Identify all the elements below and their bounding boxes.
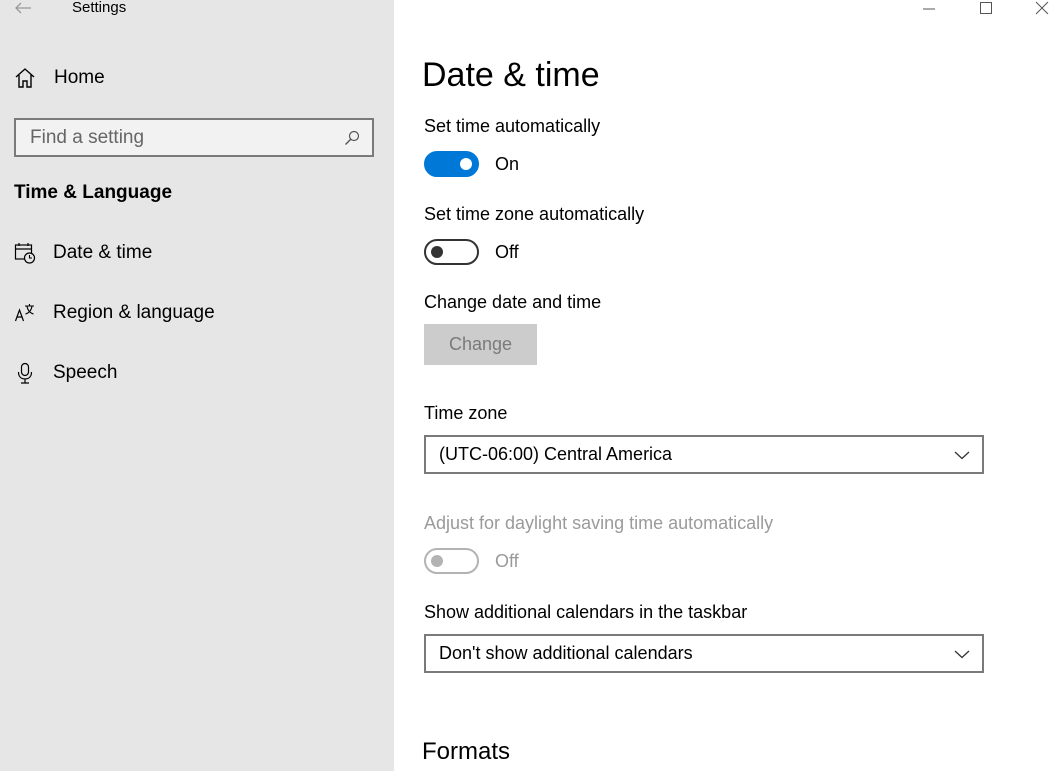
sidebar-item-region-language[interactable]: Region & language xyxy=(14,295,215,331)
region-language-icon xyxy=(14,302,36,324)
sidebar-item-label: Region & language xyxy=(53,302,215,323)
search-input[interactable] xyxy=(16,120,332,155)
additional-calendars-label: Show additional calendars in the taskbar xyxy=(424,602,748,622)
app-title: Settings xyxy=(72,0,127,16)
toggle-knob xyxy=(431,555,443,567)
toggle-knob xyxy=(460,158,472,170)
sidebar-item-date-time[interactable]: Date & time xyxy=(14,235,152,271)
search-icon[interactable] xyxy=(332,120,372,155)
settings-window: Settings Home Time & Language xyxy=(0,0,1063,771)
daylight-saving-state: Off xyxy=(495,550,519,571)
main-content: Date & time Set time automatically On Se… xyxy=(394,0,1063,771)
sidebar-item-home[interactable]: Home xyxy=(14,62,105,94)
sidebar-item-label: Date & time xyxy=(53,242,153,263)
time-zone-dropdown[interactable]: (UTC-06:00) Central America xyxy=(424,435,984,474)
minimize-button[interactable] xyxy=(906,0,952,16)
additional-calendars-value: Don't show additional calendars xyxy=(439,643,693,663)
toggle-knob xyxy=(431,246,443,258)
maximize-button[interactable] xyxy=(963,0,1009,16)
additional-calendars-dropdown[interactable]: Don't show additional calendars xyxy=(424,634,984,673)
close-button[interactable] xyxy=(1019,0,1063,16)
time-zone-label: Time zone xyxy=(424,403,508,423)
maximize-icon xyxy=(980,2,992,14)
set-time-auto-label: Set time automatically xyxy=(424,116,601,136)
sidebar-item-label: Home xyxy=(54,67,105,88)
microphone-icon xyxy=(14,362,36,384)
back-arrow-icon xyxy=(15,2,31,14)
home-icon xyxy=(15,68,35,88)
chevron-down-icon xyxy=(942,649,982,659)
daylight-saving-row: Off xyxy=(424,548,519,574)
set-timezone-auto-toggle[interactable] xyxy=(424,239,479,265)
sidebar: Settings Home Time & Language xyxy=(0,0,394,771)
change-date-time-label: Change date and time xyxy=(424,292,602,312)
sidebar-item-label: Speech xyxy=(53,362,118,383)
chevron-down-icon xyxy=(942,450,982,460)
set-time-auto-toggle[interactable] xyxy=(424,151,479,177)
sidebar-item-speech[interactable]: Speech xyxy=(14,355,117,391)
daylight-saving-toggle[interactable] xyxy=(424,548,479,574)
set-timezone-auto-label: Set time zone automatically xyxy=(424,204,645,224)
back-button[interactable] xyxy=(8,0,38,22)
search-box xyxy=(14,118,374,157)
page-title: Date & time xyxy=(422,56,600,94)
set-time-auto-state: On xyxy=(495,153,520,174)
set-timezone-auto-row: Off xyxy=(424,239,519,265)
sidebar-section-heading: Time & Language xyxy=(14,182,173,203)
minimize-icon xyxy=(923,8,935,10)
daylight-saving-label: Adjust for daylight saving time automati… xyxy=(424,513,774,533)
close-icon xyxy=(1035,1,1049,15)
time-zone-value: (UTC-06:00) Central America xyxy=(439,444,673,464)
formats-heading: Formats xyxy=(422,738,511,765)
calendar-clock-icon xyxy=(14,242,36,264)
set-timezone-auto-state: Off xyxy=(495,241,519,262)
change-button[interactable]: Change xyxy=(424,324,537,365)
set-time-auto-row: On xyxy=(424,151,519,177)
